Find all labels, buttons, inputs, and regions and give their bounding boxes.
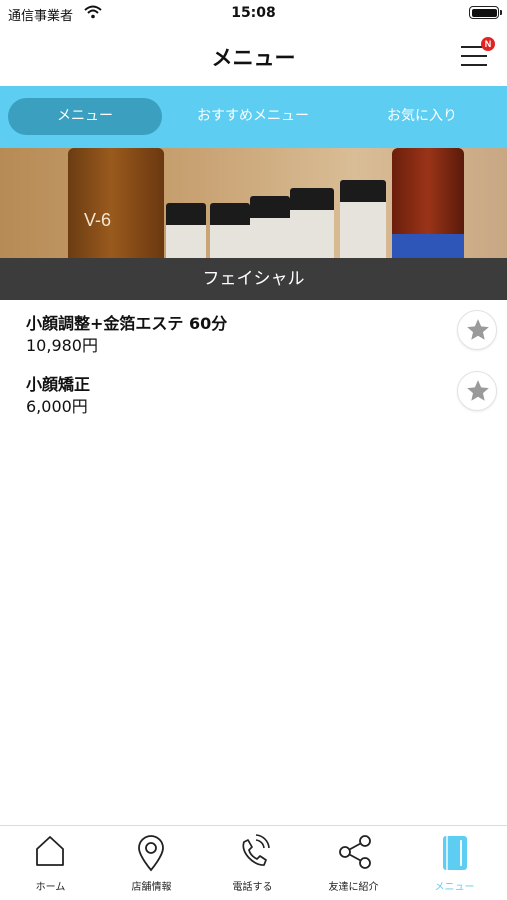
nav-home[interactable]: ホーム bbox=[0, 826, 101, 900]
bottle-label: V-6 bbox=[84, 210, 112, 230]
nav-refer-friend[interactable]: 友達に紹介 bbox=[303, 826, 404, 900]
menu-item-name: 小顔調整+金箔エステ 60分 bbox=[26, 314, 228, 333]
home-icon bbox=[36, 836, 64, 866]
menu-item-price: 6,000円 bbox=[26, 397, 88, 416]
tab-recommended-menu[interactable]: おすすめメニュー bbox=[178, 98, 328, 135]
share-icon bbox=[339, 835, 371, 869]
battery-icon bbox=[469, 6, 502, 19]
phone-icon bbox=[242, 834, 270, 866]
menu-item[interactable]: 小顔調整+金箔エステ 60分 10,980円 bbox=[0, 302, 507, 362]
section-banner-image: V-6 bbox=[0, 148, 507, 258]
tab-favorites[interactable]: お気に入り bbox=[346, 98, 498, 135]
nav-call[interactable]: 電話する bbox=[202, 826, 303, 900]
section-header-facial: フェイシャル bbox=[0, 258, 507, 300]
notification-badge: N bbox=[481, 37, 495, 51]
favorite-button[interactable] bbox=[457, 310, 497, 350]
nav-home-label: ホーム bbox=[35, 882, 66, 893]
hamburger-menu-button[interactable]: N bbox=[461, 37, 495, 68]
menu-item-name: 小顔矯正 bbox=[26, 375, 91, 394]
nav-store-info[interactable]: 店舗情報 bbox=[101, 826, 202, 900]
nav-call-label: 電話する bbox=[232, 882, 273, 893]
nav-menu[interactable]: メニュー bbox=[404, 826, 505, 900]
nav-store-info-label: 店舗情報 bbox=[131, 882, 172, 893]
star-icon bbox=[467, 319, 489, 340]
star-icon bbox=[467, 380, 489, 401]
page-title: メニュー bbox=[211, 46, 296, 70]
menu-book-icon bbox=[443, 836, 467, 870]
bottom-navigation: ホーム 店舗情報 電話する 友達に紹介 メニュー bbox=[0, 825, 507, 900]
menu-item-price: 10,980円 bbox=[26, 336, 98, 355]
favorite-button[interactable] bbox=[457, 371, 497, 411]
status-time: 15:08 bbox=[231, 5, 276, 21]
bottle-image: V-6 bbox=[68, 148, 164, 258]
tab-bar: メニュー おすすめメニュー お気に入り bbox=[0, 86, 507, 148]
tab-menu[interactable]: メニュー bbox=[8, 98, 162, 135]
nav-menu-label: メニュー bbox=[434, 882, 475, 893]
status-bar: 通信事業者 15:08 bbox=[0, 0, 507, 28]
nav-refer-friend-label: 友達に紹介 bbox=[328, 882, 379, 893]
app-header: メニュー N bbox=[0, 28, 507, 86]
map-pin-icon bbox=[138, 835, 164, 872]
menu-item[interactable]: 小顔矯正 6,000円 bbox=[0, 363, 507, 423]
